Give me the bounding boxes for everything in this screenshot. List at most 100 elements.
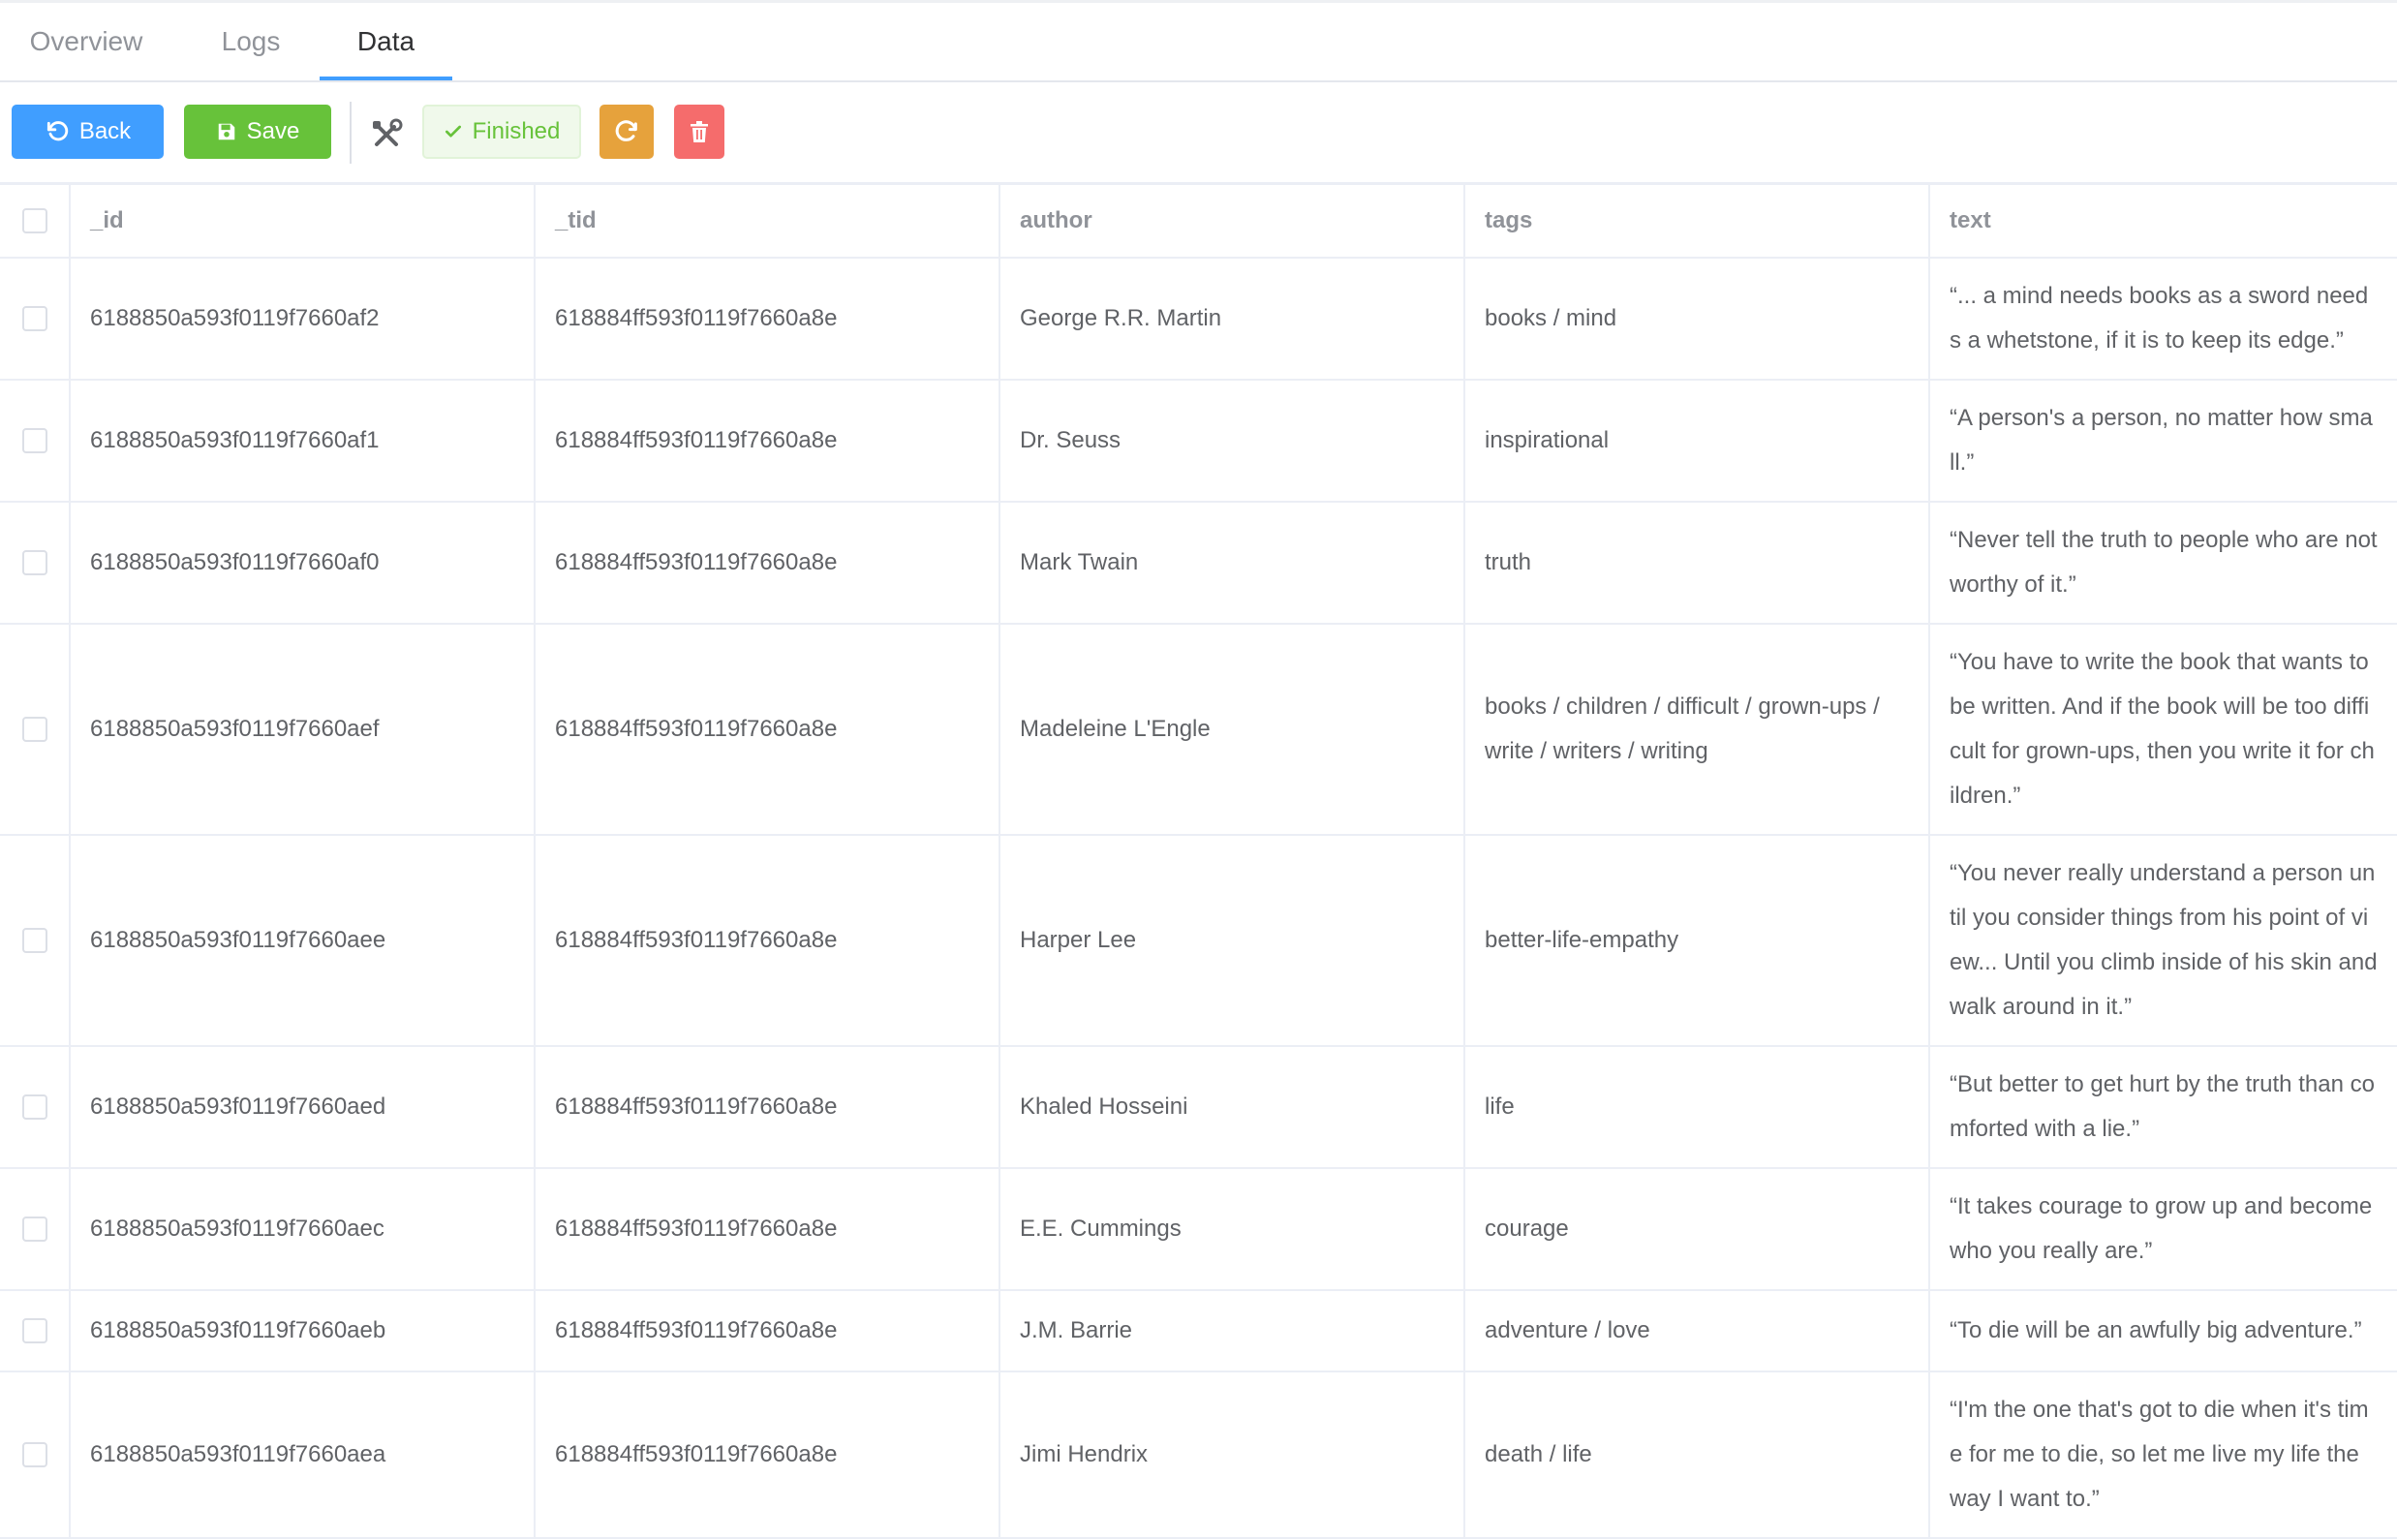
undo-icon [45, 119, 70, 144]
column-header-tags[interactable]: tags [1465, 185, 1930, 257]
quote-text: “It takes courage to grow up and become … [1950, 1193, 2373, 1264]
cell-tags: death / life [1465, 1372, 1930, 1537]
cell-author: George R.R. Martin [1000, 259, 1465, 379]
select-all-checkbox[interactable] [21, 208, 47, 233]
toolbar: Back Save Finished [0, 82, 2397, 182]
table-row[interactable]: 6188850a593f0119f7660aea 618884ff593f011… [0, 1372, 2397, 1539]
finished-status-button[interactable]: Finished [422, 105, 581, 159]
row-select-cell [0, 381, 71, 501]
column-header-id[interactable]: _id [71, 185, 536, 257]
table-row[interactable]: 6188850a593f0119f7660af1 618884ff593f011… [0, 381, 2397, 503]
quote-text: “You never really understand a person un… [1950, 860, 2378, 1020]
row-select-cell [0, 1047, 71, 1167]
floppy-disk-icon [216, 121, 237, 142]
cell-text: “A person's a person, no matter how smal… [1930, 381, 2397, 501]
cell-tags: adventure / love [1465, 1291, 1930, 1371]
table-row[interactable]: 6188850a593f0119f7660aeb 618884ff593f011… [0, 1291, 2397, 1372]
row-checkbox[interactable] [21, 428, 47, 453]
tab-logs[interactable]: Logs [194, 3, 308, 80]
table-row[interactable]: 6188850a593f0119f7660af0 618884ff593f011… [0, 503, 2397, 625]
delete-button[interactable] [674, 105, 724, 159]
row-select-cell [0, 1169, 71, 1289]
quote-text: “A person's a person, no matter how smal… [1950, 405, 2373, 476]
select-all-cell [0, 185, 71, 257]
cell-id: 6188850a593f0119f7660aeb [71, 1291, 536, 1371]
back-button[interactable]: Back [12, 105, 164, 159]
row-select-cell [0, 503, 71, 623]
quote-text: “Never tell the truth to people who are … [1950, 527, 2378, 598]
quote-text: “I'm the one that's got to die when it's… [1950, 1397, 2369, 1512]
quote-text: “To die will be an awfully big adventure… [1950, 1317, 2362, 1343]
cell-id: 6188850a593f0119f7660aed [71, 1047, 536, 1167]
cell-text: “But better to get hurt by the truth tha… [1930, 1047, 2397, 1167]
cell-id: 6188850a593f0119f7660aef [71, 625, 536, 834]
cell-tid: 618884ff593f0119f7660a8e [536, 625, 1000, 834]
cell-tid: 618884ff593f0119f7660a8e [536, 836, 1000, 1045]
row-checkbox[interactable] [21, 928, 47, 953]
cell-id: 6188850a593f0119f7660af0 [71, 503, 536, 623]
row-checkbox[interactable] [21, 1217, 47, 1242]
cell-text: “To die will be an awfully big adventure… [1930, 1291, 2397, 1371]
quote-text: “You have to write the book that wants t… [1950, 649, 2375, 809]
row-select-cell [0, 625, 71, 834]
save-button-label: Save [246, 118, 300, 144]
cell-text: “... a mind needs books as a sword needs… [1930, 259, 2397, 379]
back-button-label: Back [78, 118, 132, 144]
cell-author: Khaled Hosseini [1000, 1047, 1465, 1167]
cell-text: “I'm the one that's got to die when it's… [1930, 1372, 2397, 1537]
cell-tags: truth [1465, 503, 1930, 623]
row-checkbox[interactable] [21, 550, 47, 575]
cell-id: 6188850a593f0119f7660aee [71, 836, 536, 1045]
cell-id: 6188850a593f0119f7660aec [71, 1169, 536, 1289]
table-row[interactable]: 6188850a593f0119f7660aef 618884ff593f011… [0, 625, 2397, 836]
column-header-author[interactable]: author [1000, 185, 1465, 257]
tab-bar: Overview Logs Data [0, 3, 2397, 82]
refresh-icon [613, 118, 640, 145]
cell-author: Jimi Hendrix [1000, 1372, 1465, 1537]
finished-label: Finished [472, 118, 561, 144]
cell-tid: 618884ff593f0119f7660a8e [536, 1291, 1000, 1371]
cell-tid: 618884ff593f0119f7660a8e [536, 1372, 1000, 1537]
row-checkbox[interactable] [21, 306, 47, 331]
column-header-tid[interactable]: _tid [536, 185, 1000, 257]
cell-tags: inspirational [1465, 381, 1930, 501]
table-row[interactable]: 6188850a593f0119f7660aec 618884ff593f011… [0, 1169, 2397, 1291]
active-tab-indicator [320, 77, 452, 80]
tools-icon[interactable] [369, 117, 404, 152]
cell-tid: 618884ff593f0119f7660a8e [536, 1047, 1000, 1167]
table-row[interactable]: 6188850a593f0119f7660aee 618884ff593f011… [0, 836, 2397, 1047]
cell-author: E.E. Cummings [1000, 1169, 1465, 1289]
cell-author: Harper Lee [1000, 836, 1465, 1045]
cell-tags: books / children / difficult / grown-ups… [1465, 625, 1930, 834]
save-button[interactable]: Save [184, 105, 331, 159]
cell-tid: 618884ff593f0119f7660a8e [536, 259, 1000, 379]
cell-tags: books / mind [1465, 259, 1930, 379]
cell-tid: 618884ff593f0119f7660a8e [536, 503, 1000, 623]
refresh-button[interactable] [599, 105, 654, 159]
row-select-cell [0, 836, 71, 1045]
row-select-cell [0, 1372, 71, 1537]
cell-text: “Never tell the truth to people who are … [1930, 503, 2397, 623]
row-checkbox[interactable] [21, 717, 47, 742]
row-checkbox[interactable] [21, 1442, 47, 1467]
cell-tid: 618884ff593f0119f7660a8e [536, 381, 1000, 501]
cell-id: 6188850a593f0119f7660af2 [71, 259, 536, 379]
table-row[interactable]: 6188850a593f0119f7660af2 618884ff593f011… [0, 259, 2397, 381]
cell-tags: courage [1465, 1169, 1930, 1289]
cell-tid: 618884ff593f0119f7660a8e [536, 1169, 1000, 1289]
cell-tags: better-life-empathy [1465, 836, 1930, 1045]
tab-overview[interactable]: Overview [0, 3, 172, 80]
cell-author: Mark Twain [1000, 503, 1465, 623]
cell-text: “You have to write the book that wants t… [1930, 625, 2397, 834]
cell-id: 6188850a593f0119f7660aea [71, 1372, 536, 1537]
table-row[interactable]: 6188850a593f0119f7660aed 618884ff593f011… [0, 1047, 2397, 1169]
cell-tags: life [1465, 1047, 1930, 1167]
row-checkbox[interactable] [21, 1094, 47, 1120]
check-icon [444, 122, 463, 141]
column-header-text[interactable]: text [1930, 185, 2397, 257]
cell-text: “You never really understand a person un… [1930, 836, 2397, 1045]
row-checkbox[interactable] [21, 1318, 47, 1343]
trash-icon [689, 120, 710, 143]
row-select-cell [0, 259, 71, 379]
tab-data[interactable]: Data [320, 3, 452, 80]
